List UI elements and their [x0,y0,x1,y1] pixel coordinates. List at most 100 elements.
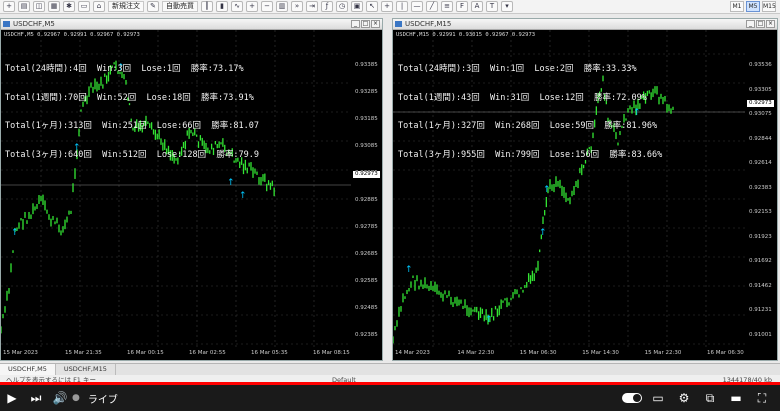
win-rate-stats: Total(24時間):4回 Win:3回 Lose:1回 勝率:73.17% … [5,46,259,179]
crosshair-icon[interactable]: + [381,1,393,12]
price-tick-label: 0.92614 [749,160,772,167]
bar-chart-icon[interactable]: ┃ [201,1,213,12]
close-icon[interactable]: × [766,20,775,28]
volume-icon[interactable]: 🔊 [48,386,72,410]
chart-window-titlebar[interactable]: USDCHF,M5 _ □ × [1,19,382,30]
timeframe-m5[interactable]: M5 [746,1,760,12]
minimize-icon[interactable]: _ [351,20,360,28]
price-tick-label: 0.91923 [749,233,772,240]
cursor-icon[interactable]: ↖ [366,1,378,12]
price-tick-label: 0.93185 [355,116,378,122]
price-tick-label: 0.93085 [355,143,378,149]
play-icon[interactable]: ▶ [0,386,24,410]
stats-1m: Total(1ヶ月):327回 Win:268回 Lose:59回 勝率:81.… [398,121,658,131]
price-tick-label: 0.93075 [749,111,772,118]
video-player-controls: ▶ ⏭ 🔊 ● ライブ ▭ ⚙ ⧉ ▬ ⛶ [0,385,780,411]
timeframe-m15[interactable]: M15 [762,1,776,12]
signal-arrow-icon: ↑ [485,315,493,325]
chart-tabs: USDCHF,M5 USDCHF,M15 [0,363,780,375]
timeframe-m1[interactable]: M1 [730,1,744,12]
signal-arrow-icon: ↑ [405,265,413,275]
fullscreen-icon[interactable]: ⛶ [750,386,774,410]
tester-icon[interactable]: ⌂ [93,1,105,12]
live-label[interactable]: ライブ [88,391,118,406]
time-tick-label: 16 Mar 06:30 [707,350,744,356]
terminal-icon[interactable]: ▭ [78,1,90,12]
market-watch-icon[interactable]: ◫ [33,1,45,12]
price-tick-label: 0.92153 [749,209,772,216]
time-tick-label: 15 Mar 14:30 [582,350,619,356]
autoscroll-icon[interactable]: » [291,1,303,12]
chart-window-title: USDCHF,M15 [405,20,452,28]
price-tick-label: 0.93536 [749,62,772,68]
price-tick-label: 0.93385 [355,62,378,68]
signal-arrow-icon: ↑ [543,185,551,195]
text-icon[interactable]: A [471,1,483,12]
tab-usdchf-m15[interactable]: USDCHF,M15 [56,364,116,375]
miniplayer-icon[interactable]: ⧉ [698,386,722,410]
captions-icon[interactable]: ▭ [646,386,670,410]
navigator-icon[interactable]: ✱ [63,1,75,12]
horizontal-line-icon[interactable]: — [411,1,423,12]
chart-window-titlebar[interactable]: USDCHF,M15 _ □ × [393,19,777,30]
tile-windows-icon[interactable]: ▥ [276,1,288,12]
zoom-in-icon[interactable]: + [246,1,258,12]
stats-24h: Total(24時間):3回 Win:1回 Lose:2回 勝率:33.33% [398,64,637,74]
periods-icon[interactable]: ◷ [336,1,348,12]
stats-1w: Total(1週間):70回 Win:52回 Lose:18回 勝率:73.91… [5,92,254,103]
maximize-icon[interactable]: □ [756,20,765,28]
price-axis: 0.933850.932850.931850.930850.929850.928… [353,30,385,350]
zoom-out-icon[interactable]: − [261,1,273,12]
price-tick-label: 0.91001 [749,332,772,338]
profiles-icon[interactable]: ▤ [18,1,30,12]
indicators-icon[interactable]: ƒ [321,1,333,12]
price-tick-label: 0.92385 [355,332,378,338]
price-tick-label: 0.92885 [355,197,378,203]
price-tick-label: 0.91692 [749,258,772,265]
settings-icon[interactable]: ⚙ [672,386,696,410]
fibonacci-icon[interactable]: F [456,1,468,12]
time-tick-label: 14 Mar 2023 [395,350,430,356]
chart-window-icon [395,21,402,27]
price-tick-label: 0.91462 [749,282,772,289]
templates-icon[interactable]: ▣ [351,1,363,12]
next-icon[interactable]: ⏭ [24,386,48,410]
chart-window-title: USDCHF,M5 [13,20,55,28]
signal-arrow-icon: ↑ [239,191,247,201]
label-icon[interactable]: T [486,1,498,12]
autoplay-toggle-icon[interactable] [620,386,644,410]
current-price-tag: 0.92973 [747,100,774,107]
data-window-icon[interactable]: ▦ [48,1,60,12]
chart-shift-icon[interactable]: ⇥ [306,1,318,12]
symbol-ohlc-line: USDCHF,M5 0.92967 0.92991 0.92967 0.9297… [4,32,140,38]
time-axis: 15 Mar 2023 15 Mar 21:35 16 Mar 00:15 16 Ma… [1,350,351,360]
arrows-icon[interactable]: ▾ [501,1,513,12]
line-chart-icon[interactable]: ∿ [231,1,243,12]
terminal-toolbar: + ▤ ◫ ▦ ✱ ▭ ⌂ 新規注文 ✎ 自動売買 ┃ ▮ ∿ + − ▥ » … [0,0,780,14]
candle-chart-icon[interactable]: ▮ [216,1,228,12]
window-controls: _ □ × [746,20,775,28]
maximize-icon[interactable]: □ [361,20,370,28]
auto-trading-button[interactable]: 自動売買 [162,1,198,12]
trendline-icon[interactable]: ╱ [426,1,438,12]
close-icon[interactable]: × [371,20,380,28]
price-tick-label: 0.93305 [749,86,772,93]
chart-window-m15[interactable]: USDCHF,M15 _ □ × ↑ ↑ ↑ ↑ ↑ USDCHF,M15 0.9299… [392,18,778,361]
time-tick-label: 16 Mar 08:15 [313,350,350,356]
new-order-button[interactable]: 新規注文 [108,1,144,12]
metaeditor-icon[interactable]: ✎ [147,1,159,12]
price-tick-label: 0.92383 [749,184,772,191]
price-tick-label: 0.93285 [355,89,378,95]
chart-window-m5[interactable]: USDCHF,M5 _ □ × ↑ ↑ ↑ ↑ ↑ USDCHF,M5 0.92967 … [0,18,383,361]
new-chart-icon[interactable]: + [3,1,15,12]
current-price-tag: 0.92973 [353,171,380,178]
price-tick-label: 0.92485 [355,305,378,311]
signal-arrow-icon: ↑ [227,178,235,188]
vertical-line-icon[interactable]: | [396,1,408,12]
window-controls: _ □ × [351,20,380,28]
stats-3m: Total(3ヶ月):640回 Win:512回 Lose:128回 勝率:79… [5,149,259,160]
minimize-icon[interactable]: _ [746,20,755,28]
theater-mode-icon[interactable]: ▬ [724,386,748,410]
tab-usdchf-m5[interactable]: USDCHF,M5 [0,364,56,375]
channel-icon[interactable]: ≡ [441,1,453,12]
